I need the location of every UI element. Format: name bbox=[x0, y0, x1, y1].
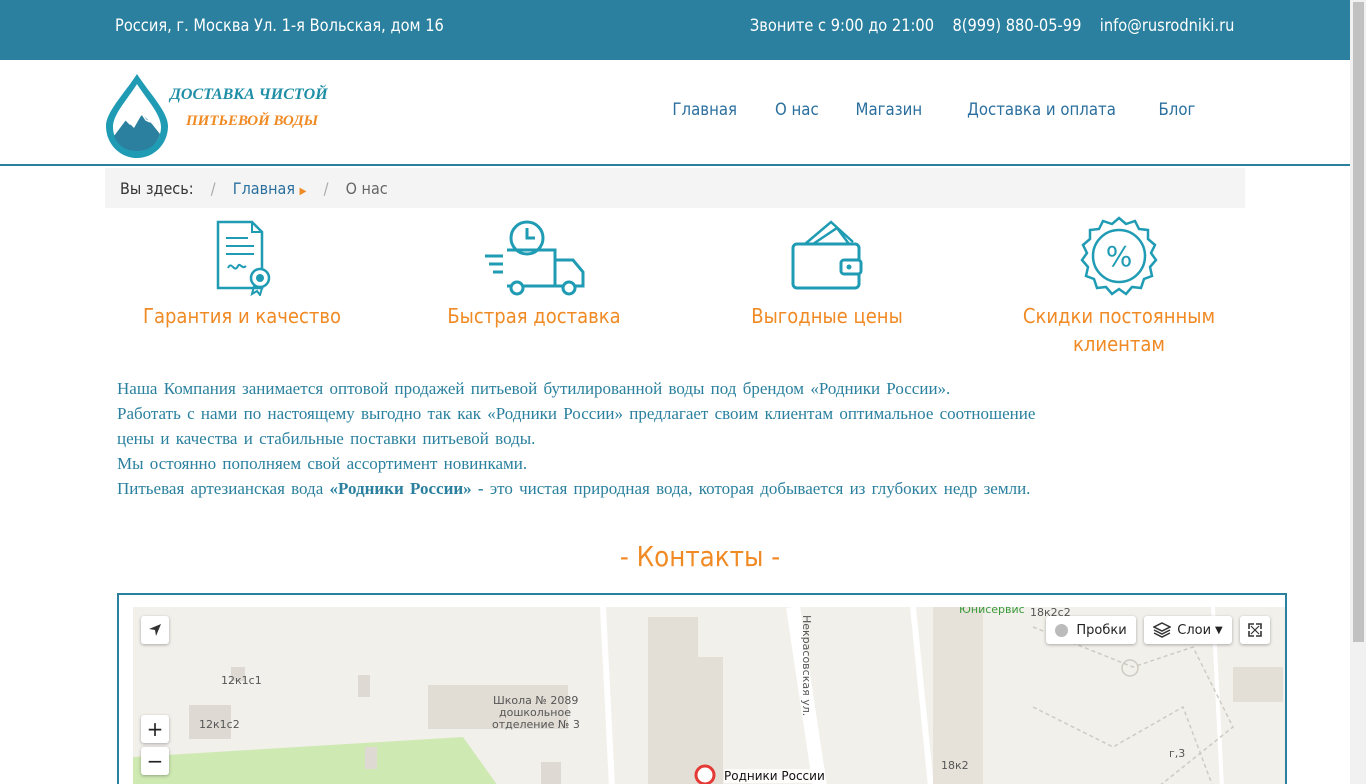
zoom-out-button[interactable]: − bbox=[141, 747, 169, 775]
feature-label: Выгодные цены bbox=[751, 304, 903, 328]
feature-discounts: % Скидки постоянным клиентам bbox=[979, 216, 1259, 358]
about-text-part: это чистая природная вода, которая добыв… bbox=[483, 479, 1031, 498]
logo-text-line1: ДОСТАВКА ЧИСТОЙ bbox=[170, 86, 328, 103]
map-building-label: 12к1с1 bbox=[221, 674, 262, 687]
contacts-heading-text: - Контакты - bbox=[619, 540, 781, 573]
layers-button[interactable]: Слои ▼ bbox=[1144, 616, 1232, 644]
feature-quality: Гарантия и качество bbox=[102, 216, 382, 330]
nav-item-about[interactable]: О нас bbox=[775, 100, 819, 120]
about-paragraph: Питьевая артезианская вода «Родники Росс… bbox=[117, 476, 1197, 501]
main-nav: Главная О нас Магазин Доставка и оплата … bbox=[668, 100, 1198, 120]
feature-label: Скидки постоянным клиентам bbox=[1022, 304, 1216, 356]
discount-badge-icon: % bbox=[1080, 216, 1158, 296]
contacts-heading: - Контакты - bbox=[0, 540, 1366, 573]
phone-link[interactable]: 8(999) 880-05-99 bbox=[952, 16, 1081, 36]
nav-item-delivery[interactable]: Доставка и оплата bbox=[967, 100, 1116, 120]
about-paragraph: Наша Компания занимается оптовой продаже… bbox=[117, 379, 951, 398]
top-bar: Россия, г. Москва Ул. 1-я Вольская, дом … bbox=[0, 0, 1350, 60]
working-hours: Звоните с 9:00 до 21:00 bbox=[749, 16, 934, 36]
nav-item-shop[interactable]: Магазин bbox=[856, 100, 923, 120]
nav-item-home[interactable]: Главная bbox=[673, 100, 738, 120]
arrow-right-icon: ▶ bbox=[299, 186, 307, 197]
email-link[interactable]: info@rusrodniki.ru bbox=[1099, 16, 1234, 36]
traffic-label: Пробки bbox=[1076, 622, 1127, 638]
svg-text:%: % bbox=[1106, 240, 1133, 273]
about-text-part: Питьевая артезианская вода bbox=[117, 479, 330, 498]
map-building-label: г,3 bbox=[1169, 747, 1186, 760]
map-marker-label[interactable]: Родники России bbox=[724, 769, 825, 783]
map-container: 12к1с1 12к1с2 Школа № 2089 дошкольное от… bbox=[117, 593, 1287, 784]
feature-label: Гарантия и качество bbox=[143, 304, 341, 328]
feature-label: Быстрая доставка bbox=[447, 304, 621, 328]
brand-name: «Родники России» - bbox=[329, 479, 484, 498]
about-paragraph: Мы остоянно пополняем свой ассортимент н… bbox=[117, 454, 528, 473]
location-arrow-icon bbox=[149, 624, 161, 636]
expand-icon bbox=[1248, 623, 1262, 637]
traffic-button[interactable]: Пробки bbox=[1046, 616, 1136, 644]
address-text: Россия, г. Москва Ул. 1-я Вольская, дом … bbox=[115, 16, 444, 36]
scrollbar[interactable] bbox=[1350, 0, 1366, 784]
wallet-icon bbox=[791, 220, 863, 290]
traffic-icon bbox=[1055, 623, 1069, 637]
feature-fast-delivery: Быстрая доставка bbox=[394, 216, 674, 330]
chevron-down-icon: ▼ bbox=[1215, 624, 1223, 636]
logo-text-line2: ПИТЬЕВОЙ ВОДЫ bbox=[186, 113, 319, 129]
delivery-truck-icon bbox=[485, 220, 585, 296]
map-street-label: Некрасовская ул. bbox=[800, 615, 813, 717]
breadcrumb-current: О нас bbox=[345, 179, 388, 198]
about-paragraph: цены и качества и стабильные поставки пи… bbox=[117, 429, 536, 448]
fullscreen-button[interactable] bbox=[1240, 616, 1270, 644]
breadcrumb-separator: / bbox=[323, 179, 329, 198]
layers-label: Слои bbox=[1177, 622, 1212, 638]
geolocation-button[interactable] bbox=[141, 616, 169, 644]
contact-info: Звоните с 9:00 до 21:00 8(999) 880-05-99… bbox=[736, 16, 1234, 36]
breadcrumb-separator: / bbox=[210, 179, 216, 198]
map-building-label: 18к2 bbox=[941, 759, 969, 772]
yandex-map[interactable]: 12к1с1 12к1с2 Школа № 2089 дошкольное от… bbox=[133, 607, 1285, 784]
breadcrumb-prefix: Вы здесь: bbox=[120, 179, 194, 198]
layers-icon bbox=[1153, 622, 1172, 638]
site-header: ДОСТАВКА ЧИСТОЙ ПИТЬЕВОЙ ВОДЫ Главная О … bbox=[0, 60, 1350, 166]
about-text: Наша Компания занимается оптовой продаже… bbox=[117, 376, 1197, 501]
breadcrumb: Вы здесь: / Главная ▶ / О нас bbox=[105, 168, 1245, 208]
map-school-label: отделение № 3 bbox=[492, 718, 580, 731]
breadcrumb-home-link[interactable]: Главная bbox=[233, 179, 295, 198]
nav-item-blog[interactable]: Блог bbox=[1159, 100, 1196, 120]
map-building-label: 12к1с2 bbox=[199, 718, 240, 731]
certificate-icon bbox=[216, 220, 271, 296]
map-org-label: Юнисервис bbox=[959, 607, 1025, 616]
feature-good-prices: Выгодные цены bbox=[687, 216, 967, 330]
zoom-in-button[interactable]: + bbox=[141, 715, 169, 743]
about-paragraph: Работать с нами по настоящему выгодно та… bbox=[117, 404, 1036, 423]
